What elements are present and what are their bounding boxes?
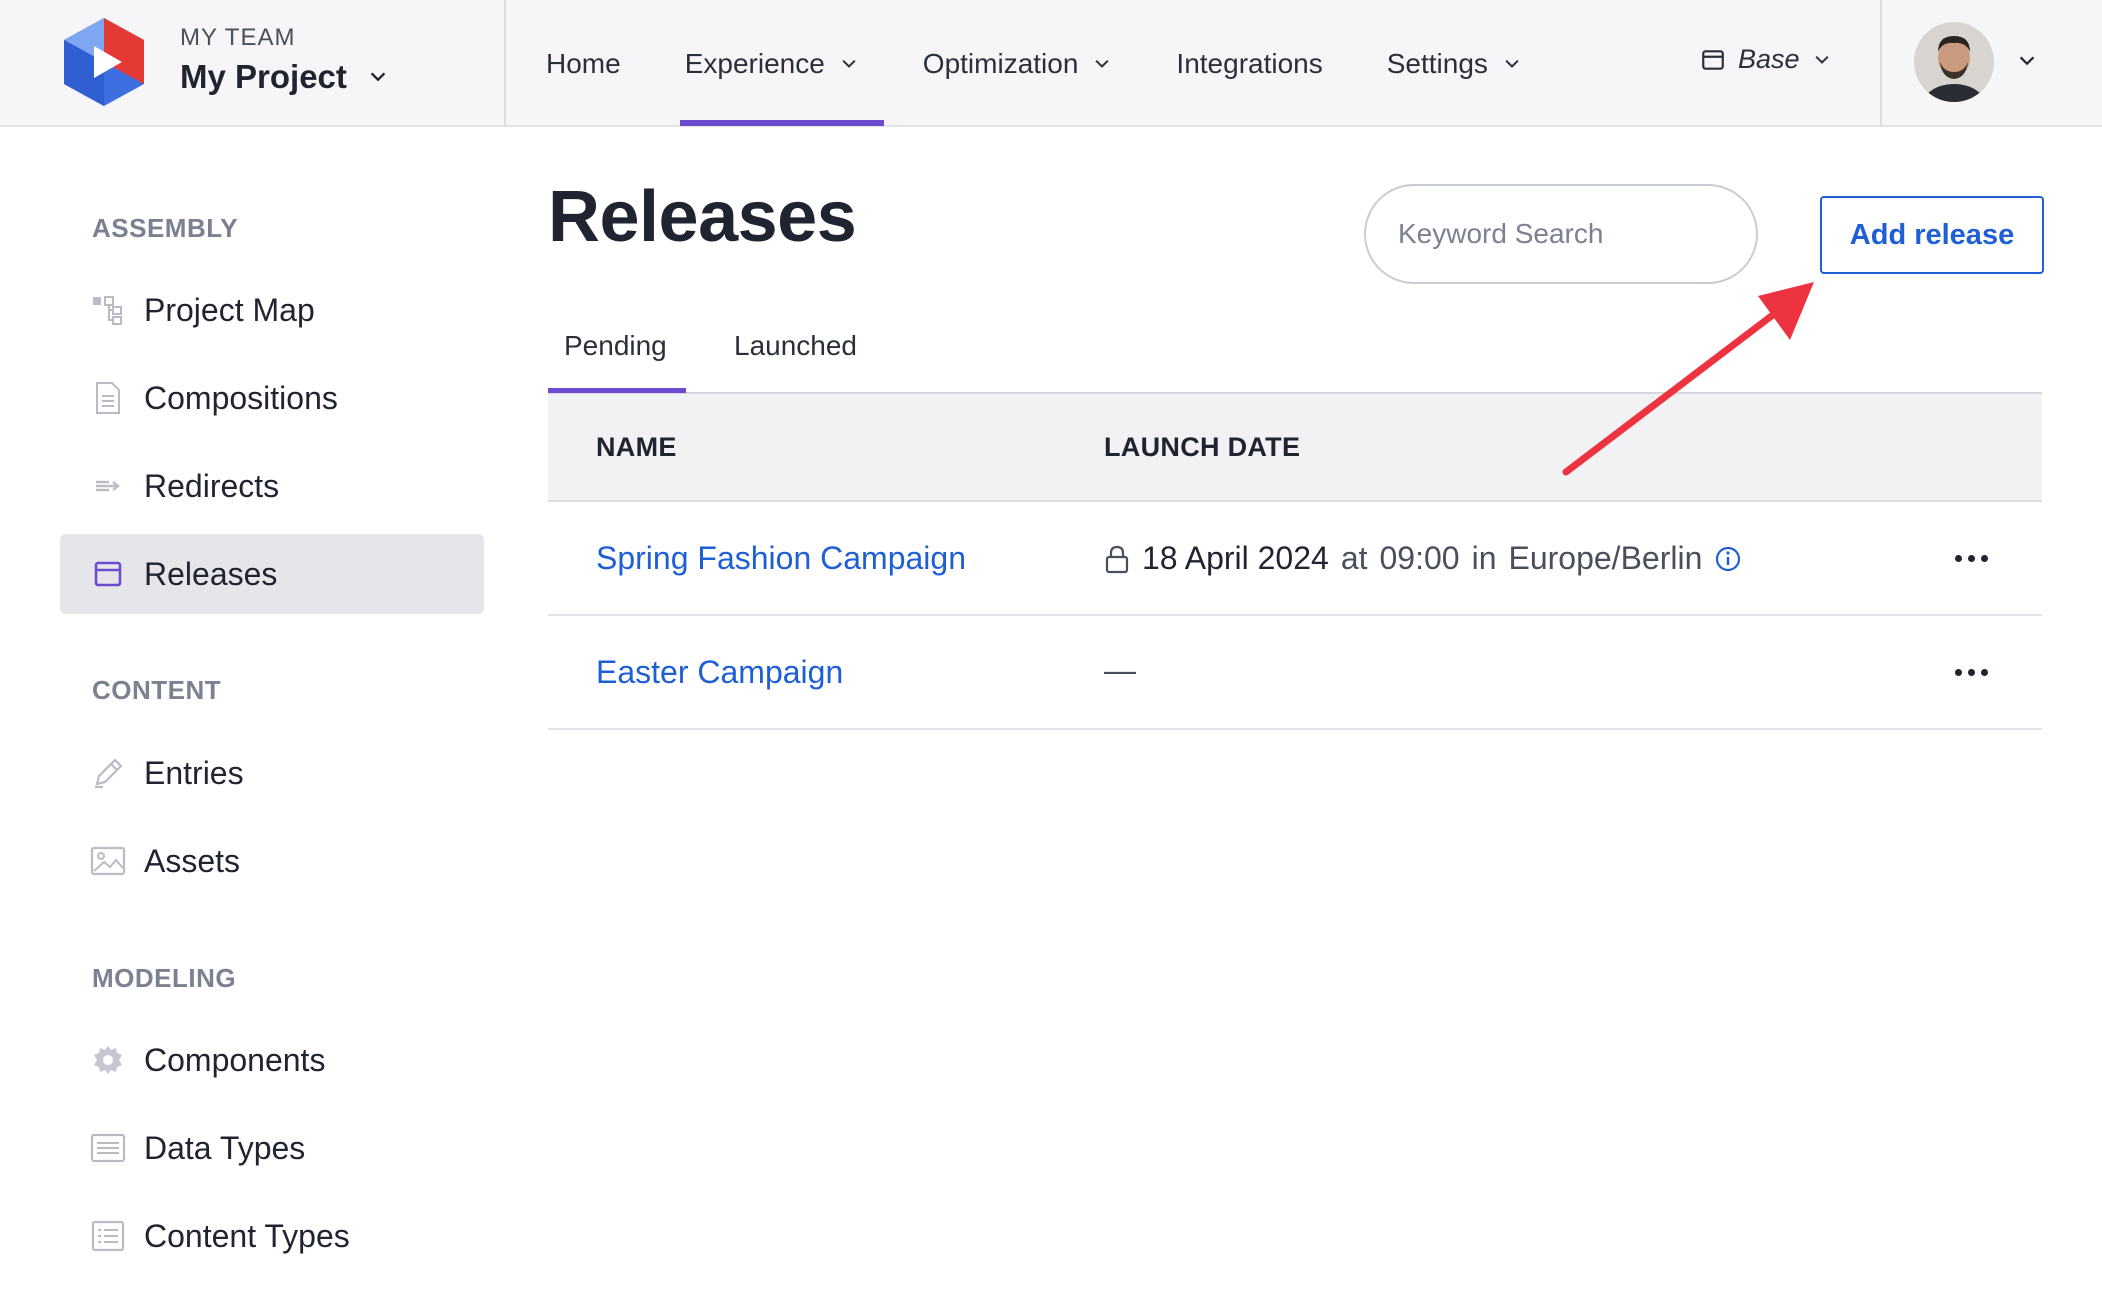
nav-integrations-label: Integrations: [1176, 47, 1323, 79]
sitemap-icon: [90, 292, 126, 328]
launch-date: 18 April 2024: [1142, 540, 1329, 576]
nav-home-label: Home: [546, 47, 621, 79]
user-menu[interactable]: [1880, 0, 2102, 127]
nav-settings-label: Settings: [1386, 47, 1488, 79]
info-icon[interactable]: [1714, 545, 1742, 573]
sidebar: ASSEMBLY Project Map Compositions Redire…: [0, 127, 506, 1310]
launch-in: in: [1471, 540, 1497, 576]
chevron-down-icon: [1815, 55, 1829, 64]
column-header-launch-date[interactable]: LAUNCH DATE: [1104, 432, 1300, 463]
tab-pending[interactable]: Pending: [564, 330, 667, 362]
sidebar-item-data-types[interactable]: Data Types: [60, 1108, 484, 1188]
top-bar: MY TEAM My Project Home Experience Optim…: [0, 0, 2102, 127]
sidebar-item-label: Components: [144, 1041, 326, 1078]
launch-date-cell: 18 April 2024 at 09:00 in Europe/Berlin: [1104, 540, 1742, 577]
table-row: Easter Campaign —: [548, 616, 2042, 730]
table-row: Spring Fashion Campaign 18 April 2024 at…: [548, 502, 2042, 616]
gear-icon: [90, 1042, 126, 1078]
tab-active-indicator: [548, 388, 686, 393]
nav-home[interactable]: Home: [506, 0, 645, 127]
nav-experience[interactable]: Experience: [645, 0, 883, 127]
nav-integrations[interactable]: Integrations: [1136, 0, 1346, 127]
sidebar-item-assets[interactable]: Assets: [60, 821, 484, 901]
checklist-icon: [90, 1218, 126, 1254]
nav-active-indicator: [680, 120, 884, 126]
column-header-name[interactable]: NAME: [596, 432, 677, 463]
calendar-icon: [1702, 49, 1724, 70]
more-icon: [1954, 554, 1962, 562]
lock-icon: [1105, 545, 1129, 573]
team-label: MY TEAM: [180, 24, 296, 51]
table-header: NAME LAUNCH DATE: [548, 394, 2042, 502]
keyword-search[interactable]: [1364, 184, 1759, 284]
chevron-down-icon: [842, 59, 856, 68]
section-title-content: CONTENT: [92, 675, 222, 705]
chevron-down-icon: [2019, 56, 2035, 66]
sidebar-item-components[interactable]: Components: [60, 1020, 484, 1100]
environment-switcher[interactable]: Base: [1700, 44, 1832, 75]
environment-label: Base: [1738, 44, 1800, 74]
sidebar-item-label: Compositions: [144, 379, 338, 416]
sidebar-item-label: Assets: [144, 842, 241, 879]
sidebar-item-label: Releases: [144, 555, 278, 592]
sidebar-item-releases[interactable]: Releases: [60, 534, 484, 614]
section-title-assembly: ASSEMBLY: [92, 213, 239, 243]
chevron-down-icon: [370, 72, 386, 82]
launch-timezone: Europe/Berlin: [1508, 540, 1703, 576]
sidebar-item-project-map[interactable]: Project Map: [60, 270, 484, 350]
sidebar-item-label: Content Types: [144, 1217, 350, 1254]
app-logo-icon[interactable]: [64, 18, 144, 106]
release-name-link[interactable]: Spring Fashion Campaign: [596, 540, 966, 577]
document-icon: [90, 380, 126, 416]
nav-optimization[interactable]: Optimization: [883, 0, 1137, 127]
chevron-down-icon: [1095, 59, 1109, 68]
releases-table: NAME LAUNCH DATE Spring Fashion Campaign…: [548, 394, 2042, 730]
list-icon: [90, 1130, 126, 1166]
section-title-modeling: MODELING: [92, 963, 237, 993]
nav-settings[interactable]: Settings: [1347, 0, 1546, 127]
launch-time: 09:00: [1379, 540, 1460, 576]
release-tabs: Pending Launched: [548, 310, 2042, 394]
project-switcher-area: MY TEAM My Project: [0, 0, 506, 127]
sidebar-item-redirects[interactable]: Redirects: [60, 446, 484, 526]
project-dropdown[interactable]: My Project: [180, 58, 389, 96]
launch-date-empty: —: [1104, 652, 1136, 688]
page-title: Releases: [548, 177, 857, 257]
sidebar-item-compositions[interactable]: Compositions: [60, 358, 484, 438]
release-name-link[interactable]: Easter Campaign: [596, 654, 843, 691]
chevron-down-icon: [1505, 59, 1519, 68]
sidebar-item-label: Project Map: [144, 291, 315, 328]
main-nav: Home Experience Optimization Integration…: [506, 0, 1546, 127]
redirect-icon: [90, 468, 126, 504]
sidebar-item-label: Redirects: [144, 467, 280, 504]
nav-experience-label: Experience: [684, 47, 825, 79]
launch-at: at: [1340, 540, 1368, 576]
more-icon: [1954, 668, 1962, 676]
avatar[interactable]: [1914, 22, 1994, 102]
tab-launched[interactable]: Launched: [734, 330, 857, 362]
add-release-button[interactable]: Add release: [1820, 196, 2044, 274]
search-input[interactable]: [1398, 218, 1759, 250]
project-name: My Project: [180, 58, 347, 95]
sidebar-item-label: Data Types: [144, 1129, 306, 1166]
nav-optimization-label: Optimization: [922, 47, 1079, 79]
sidebar-item-content-types[interactable]: Content Types: [60, 1196, 484, 1276]
calendar-icon: [90, 556, 126, 592]
row-actions-menu[interactable]: [1946, 654, 1996, 690]
sidebar-item-entries[interactable]: Entries: [60, 733, 484, 813]
row-actions-menu[interactable]: [1946, 540, 1996, 576]
image-icon: [90, 843, 126, 879]
pencil-icon: [90, 755, 126, 791]
sidebar-item-label: Entries: [144, 754, 244, 791]
